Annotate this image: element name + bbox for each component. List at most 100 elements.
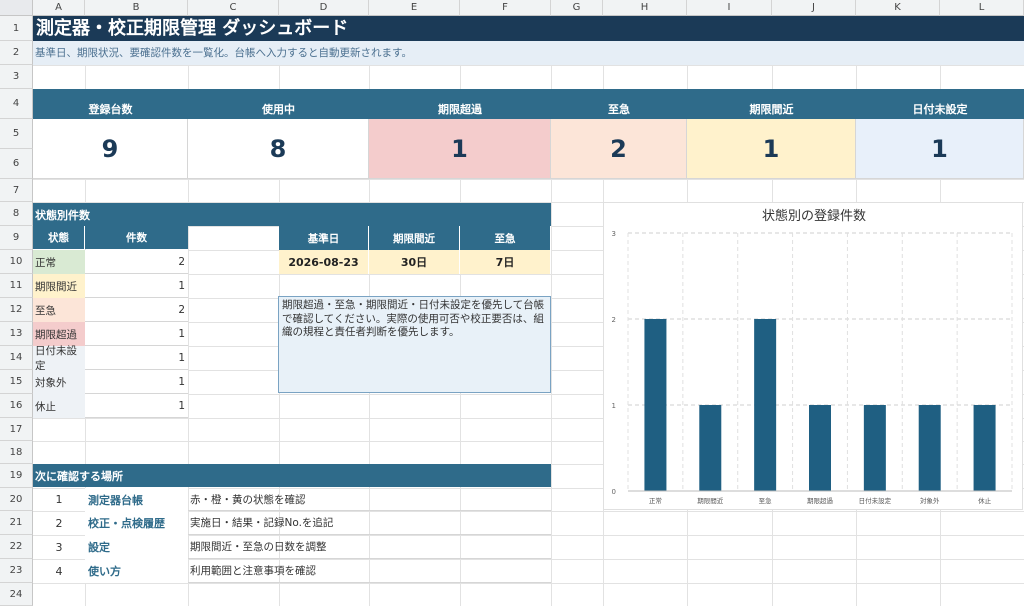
row-header-9[interactable]: 9 (0, 226, 33, 250)
next-section-title[interactable]: 次に確認する場所 (33, 464, 551, 487)
next-item-sheet-link[interactable]: 使い方 (85, 559, 188, 583)
kpi-label[interactable]: 使用中 (188, 89, 369, 119)
row-header-7[interactable]: 7 (0, 179, 33, 202)
kpi-label[interactable]: 期限超過 (369, 89, 551, 119)
row-header-16[interactable]: 16 (0, 394, 33, 418)
kpi-label[interactable]: 登録台数 (33, 89, 188, 119)
grid-hline (33, 179, 1024, 180)
y-tick-label: 0 (612, 488, 616, 496)
row-header-1[interactable]: 1 (0, 16, 33, 41)
count-col-header[interactable]: 件数 (85, 226, 188, 249)
kpi-value[interactable]: 1 (856, 119, 1024, 179)
x-tick-label: 対象外 (920, 496, 940, 505)
kpi-label[interactable]: 期限間近 (687, 89, 856, 119)
row-header-24[interactable]: 24 (0, 583, 33, 606)
status-col-header[interactable]: 状態 (33, 226, 85, 249)
next-item-sheet-link[interactable]: 設定 (85, 535, 188, 559)
status-count[interactable]: 1 (85, 370, 188, 394)
reference-header[interactable]: 至急 (460, 226, 551, 250)
status-count[interactable]: 2 (85, 298, 188, 322)
row-header-22[interactable]: 22 (0, 535, 33, 559)
status-count[interactable]: 1 (85, 394, 188, 418)
row-header-8[interactable]: 8 (0, 202, 33, 226)
kpi-value[interactable]: 9 (33, 119, 188, 179)
bar-4 (863, 405, 886, 491)
column-header-c[interactable]: C (188, 0, 279, 16)
kpi-label[interactable]: 日付未設定 (856, 89, 1024, 119)
status-label[interactable]: 休止 (33, 394, 85, 418)
reference-header[interactable]: 基準日 (279, 226, 369, 250)
row-header-18[interactable]: 18 (0, 441, 33, 464)
row-header-21[interactable]: 21 (0, 511, 33, 535)
row-header-6[interactable]: 6 (0, 149, 33, 179)
row-header-12[interactable]: 12 (0, 298, 33, 322)
row-header-5[interactable]: 5 (0, 119, 33, 149)
row-header-11[interactable]: 11 (0, 274, 33, 298)
next-item-description[interactable]: 期限間近・至急の日数を調整 (188, 535, 551, 559)
row-header-2[interactable]: 2 (0, 41, 33, 65)
reference-value[interactable]: 2026-08-23 (279, 250, 369, 274)
spreadsheet: ABCDEFGHIJKL 1 2 3 4 5 6 7 8 9 10 11 12 13 14 15 16 17 18… (0, 0, 1024, 606)
column-header-e[interactable]: E (369, 0, 460, 16)
row-header-17[interactable]: 17 (0, 418, 33, 441)
kpi-value[interactable]: 1 (369, 119, 551, 179)
row-header-23[interactable]: 23 (0, 559, 33, 583)
status-label[interactable]: 日付未設定 (33, 345, 85, 372)
bar-0 (644, 319, 667, 491)
column-header-h[interactable]: H (603, 0, 687, 16)
row-header-20[interactable]: 20 (0, 488, 33, 511)
x-tick-label: 正常 (649, 496, 662, 505)
column-header-g[interactable]: G (551, 0, 603, 16)
row-header-10[interactable]: 10 (0, 250, 33, 274)
row-header-19[interactable]: 19 (0, 464, 33, 488)
dashboard-title[interactable]: 測定器・校正期限管理 ダッシュボード (33, 16, 1024, 41)
reference-value[interactable]: 30日 (369, 250, 460, 274)
y-tick-label: 2 (612, 316, 616, 324)
next-item-description[interactable]: 赤・橙・黄の状態を確認 (188, 488, 551, 511)
next-item-number[interactable]: 4 (33, 559, 85, 583)
reference-header[interactable]: 期限間近 (369, 226, 460, 250)
status-label[interactable]: 正常 (33, 250, 85, 274)
row-header-14[interactable]: 14 (0, 346, 33, 370)
next-item-sheet-link[interactable]: 測定器台帳 (85, 488, 188, 511)
next-item-description[interactable]: 利用範囲と注意事項を確認 (188, 559, 551, 583)
status-count[interactable]: 2 (85, 250, 188, 274)
status-bar-chart[interactable]: 状態別の登録件数 0 1 2 3 正常 期限間近 至急 期限超過 日付未設定 対象外 休止 (603, 202, 1023, 510)
row-header-3[interactable]: 3 (0, 65, 33, 89)
status-label[interactable]: 至急 (33, 298, 85, 322)
status-count[interactable]: 1 (85, 322, 188, 346)
bar-5 (918, 405, 941, 491)
status-label[interactable]: 対象外 (33, 370, 85, 394)
next-item-sheet-link[interactable]: 校正・点検履歴 (85, 511, 188, 535)
next-item-description[interactable]: 実施日・結果・記録No.を追記 (188, 511, 551, 535)
reference-value[interactable]: 7日 (460, 250, 551, 274)
status-count[interactable]: 1 (85, 346, 188, 370)
priority-note[interactable]: 期限超過・至急・期限間近・日付未設定を優先して台帳で確認してください。実際の使用… (278, 296, 551, 393)
column-header-f[interactable]: F (460, 0, 551, 16)
kpi-value[interactable]: 1 (687, 119, 856, 179)
column-header-l[interactable]: L (940, 0, 1024, 16)
status-label[interactable]: 期限間近 (33, 274, 85, 298)
row-header-4[interactable]: 4 (0, 89, 33, 119)
column-header-i[interactable]: I (687, 0, 772, 16)
column-header-k[interactable]: K (856, 0, 940, 16)
select-all-corner[interactable] (0, 0, 33, 16)
kpi-value[interactable]: 2 (551, 119, 687, 179)
row-header-15[interactable]: 15 (0, 370, 33, 394)
status-bar-chart-svg: 状態別の登録件数 0 1 2 3 正常 期限間近 至急 期限超過 日付未設定 対象外 休止 (612, 208, 1013, 505)
column-header-d[interactable]: D (279, 0, 369, 16)
dashboard-subtitle[interactable]: 基準日、期限状況、要確認件数を一覧化。台帳へ入力すると自動更新されます。 (33, 41, 1024, 65)
next-item-number[interactable]: 3 (33, 535, 85, 559)
status-count[interactable]: 1 (85, 274, 188, 298)
status-section-title[interactable]: 状態別件数 (33, 203, 551, 226)
next-item-number[interactable]: 2 (33, 511, 85, 535)
kpi-label[interactable]: 至急 (551, 89, 687, 119)
x-tick-label: 期限間近 (697, 496, 724, 505)
next-item-number[interactable]: 1 (33, 488, 85, 511)
x-tick-label: 期限超過 (807, 496, 834, 505)
column-header-j[interactable]: J (772, 0, 856, 16)
row-header-13[interactable]: 13 (0, 322, 33, 346)
column-header-b[interactable]: B (85, 0, 188, 16)
column-header-a[interactable]: A (33, 0, 85, 16)
kpi-value[interactable]: 8 (188, 119, 369, 179)
